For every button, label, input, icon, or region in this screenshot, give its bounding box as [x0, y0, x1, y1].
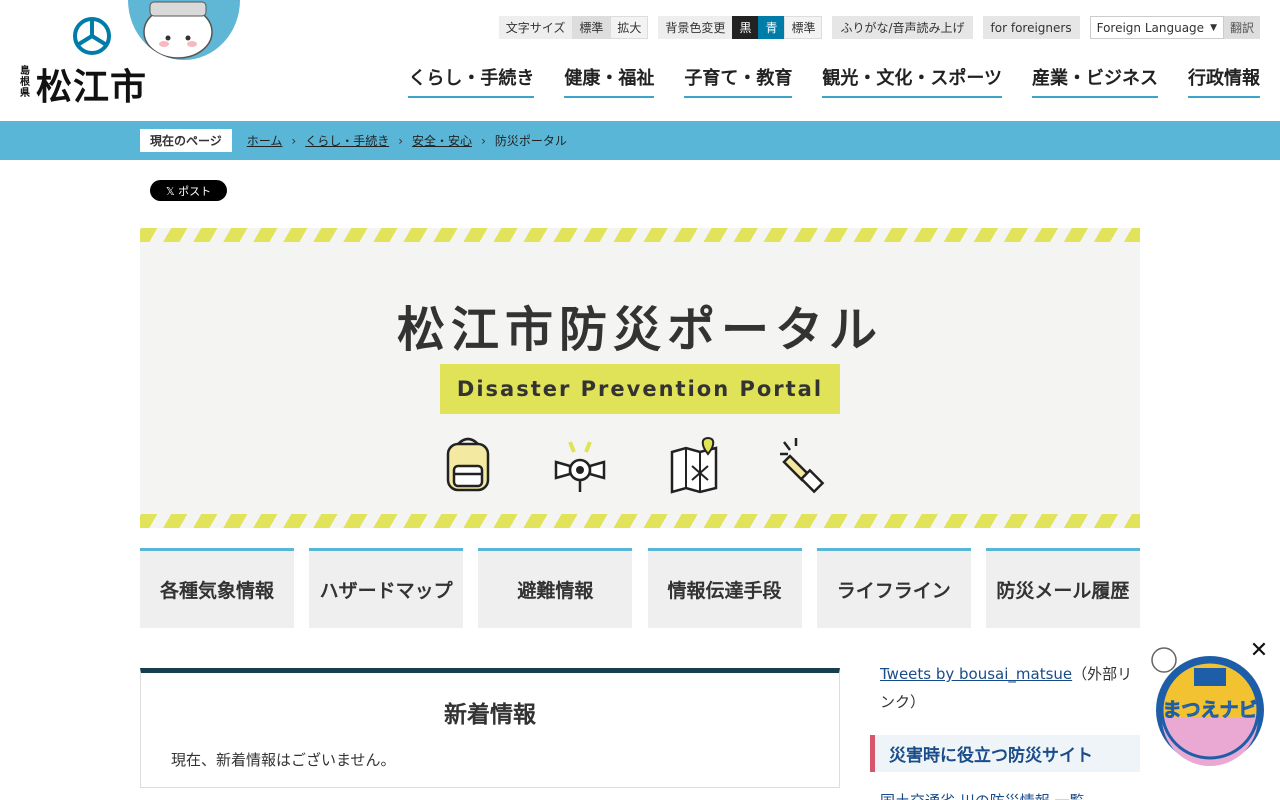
hero-stripe-bottom [140, 514, 1140, 528]
tile-weather[interactable]: 各種気象情報 [140, 548, 294, 628]
tweets-link[interactable]: Tweets by bousai_matsue [880, 665, 1072, 683]
hero-banner: 松江市防災ポータル Disaster Prevention Portal [140, 228, 1140, 528]
city-name: 松江市 [36, 67, 148, 108]
tweets-block: Tweets by bousai_matsue（外部リンク） [880, 660, 1140, 716]
global-nav: くらし・手続き 健康・福祉 子育て・教育 観光・文化・スポーツ 産業・ビジネス … [378, 64, 1260, 98]
bg-standard-button[interactable]: 標準 [784, 16, 823, 39]
city-emblem-icon [73, 17, 111, 55]
navi-label: まつえナビ [1162, 699, 1257, 721]
tile-hazard-map[interactable]: ハザードマップ [309, 548, 464, 628]
breadcrumb-bar: 現在のページ ホーム › くらし・手続き › 安全・安心 › 防災ポータル [0, 121, 1280, 160]
close-icon[interactable]: ✕ [1248, 640, 1270, 662]
tile-lifeline[interactable]: ライフライン [816, 548, 971, 628]
siren-icon [554, 441, 606, 492]
chevron-down-icon: ▼ [1210, 22, 1217, 33]
breadcrumb-living[interactable]: くらし・手続き [305, 132, 389, 149]
language-select[interactable]: Foreign Language ▼ [1089, 16, 1224, 39]
furigana-button[interactable]: ふりがな/音声読み上げ [832, 16, 973, 39]
news-box: 新着情報 現在、新着情報はございません。 [140, 668, 840, 788]
backpack-icon [446, 437, 490, 492]
map-icon [670, 436, 718, 494]
news-heading: 新着情報 [444, 702, 536, 728]
breadcrumb-current: 防災ポータル [494, 134, 567, 148]
nav-item-government[interactable]: 行政情報 [1188, 64, 1260, 98]
category-tiles: 各種気象情報 ハザードマップ 避難情報 情報伝達手段 ライフライン 防災メール履… [140, 548, 1140, 628]
hero-subtitle: Disaster Prevention Portal [440, 364, 840, 414]
nav-item-tourism[interactable]: 観光・文化・スポーツ [822, 64, 1002, 98]
nav-item-business[interactable]: 産業・ビジネス [1032, 64, 1158, 98]
bg-blue-button[interactable]: 青 [758, 16, 785, 39]
language-select-label: Foreign Language [1096, 20, 1205, 35]
breadcrumb-label: 現在のページ [140, 129, 232, 152]
utility-toolbar: 文字サイズ 標準 拡大 背景色変更 黒 青 標準 ふりがな/音声読み上げ for… [489, 16, 1260, 39]
tile-mail-history[interactable]: 防災メール履歴 [985, 548, 1140, 628]
bg-black-button[interactable]: 黒 [732, 16, 759, 39]
nav-item-childcare[interactable]: 子育て・教育 [684, 64, 793, 98]
bg-color-label: 背景色変更 [658, 16, 733, 39]
foreigners-button[interactable]: for foreigners [982, 16, 1080, 39]
nav-item-health[interactable]: 健康・福祉 [564, 64, 655, 98]
news-body: 現在、新着情報はございません。 [171, 751, 396, 769]
breadcrumb-home[interactable]: ホーム [247, 132, 283, 149]
font-size-group: 文字サイズ 標準 拡大 [498, 16, 649, 39]
chevron-right-icon: › [481, 133, 486, 148]
sidebar-link[interactable]: 国土交通省 川の防災情報 一覧 [880, 790, 1140, 800]
tile-communication[interactable]: 情報伝達手段 [647, 548, 802, 628]
translate-button[interactable]: 翻訳 [1223, 16, 1260, 39]
breadcrumb-safety[interactable]: 安全・安心 [412, 132, 472, 149]
site-logo[interactable]: 島根県 松江市 [20, 14, 150, 108]
nav-item-living[interactable]: くらし・手続き [408, 64, 535, 98]
tile-evacuation[interactable]: 避難情報 [478, 548, 633, 628]
chevron-right-icon: › [291, 133, 297, 148]
site-header: 島根県 松江市 文字サイズ 標準 拡大 背景色変更 黒 青 標準 ふりがな/音声… [0, 0, 1280, 121]
font-size-label: 文字サイズ [498, 16, 573, 39]
flashlight-icon [780, 438, 825, 494]
hero-stripe-top [140, 228, 1140, 242]
font-standard-button[interactable]: 標準 [572, 16, 611, 39]
x-post-button[interactable]: 𝕏 ポスト [150, 180, 227, 201]
hero-title: 松江市防災ポータル [396, 302, 883, 358]
bg-color-group: 背景色変更 黒 青 標準 [658, 16, 823, 39]
sidebar-section-heading: 災害時に役立つ防災サイト [870, 735, 1140, 772]
chevron-right-icon: › [398, 133, 404, 148]
font-large-button[interactable]: 拡大 [610, 16, 649, 39]
breadcrumb: 現在のページ ホーム › くらし・手続き › 安全・安心 › 防災ポータル [140, 129, 567, 152]
prefecture-label: 島根県 [20, 66, 30, 99]
